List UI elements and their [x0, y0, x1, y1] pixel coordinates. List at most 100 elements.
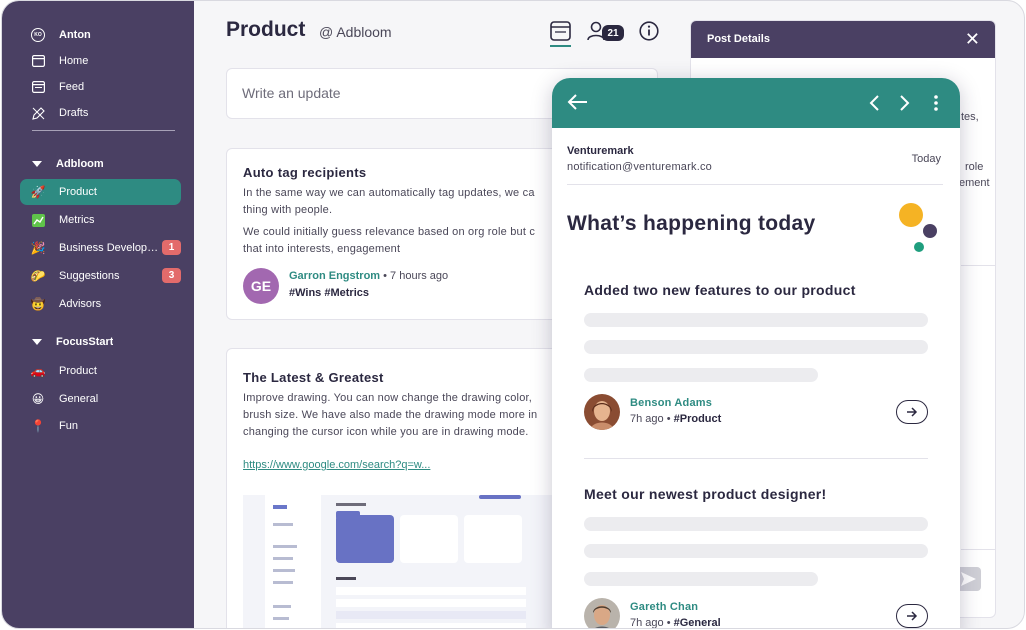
- sidebar-item-feed[interactable]: Feed: [20, 74, 181, 100]
- sidebar-item-fun[interactable]: 📍 Fun: [20, 413, 181, 439]
- sidebar-item-drafts[interactable]: Drafts: [20, 100, 181, 126]
- skeleton-line: [584, 340, 928, 354]
- sidebar-item-label: Fun: [59, 420, 78, 432]
- feed-window-icon: [30, 79, 46, 95]
- sidebar-item-home[interactable]: Home: [20, 48, 181, 74]
- app-window: KO Anton Home Feed Drafts Adbloom 🚀 Prod…: [1, 0, 1025, 629]
- face-emoji-icon: 🤠: [30, 297, 46, 311]
- chart-emoji-icon: [30, 212, 46, 228]
- sidebar-item-metrics[interactable]: Metrics: [20, 207, 181, 233]
- pin-emoji-icon: 📍: [30, 419, 46, 433]
- skeleton-line: [584, 517, 928, 531]
- sidebar-item-label: Product: [59, 186, 97, 198]
- screenshot-attachment-image[interactable]: [243, 495, 563, 628]
- post-text-line: that into interests, engagement: [243, 243, 401, 255]
- divider: [584, 458, 928, 459]
- post-tags[interactable]: #Wins #Metrics: [289, 287, 369, 299]
- party-popper-emoji-icon: 🎉: [30, 241, 46, 255]
- taco-emoji-icon: 🌮: [30, 269, 46, 283]
- sidebar-group-focusstart[interactable]: FocusStart: [20, 329, 181, 355]
- unread-count-badge: 1: [162, 240, 181, 255]
- sidebar-item-label: Feed: [59, 81, 85, 93]
- post-text-line: We could initially guess relevance based…: [243, 226, 536, 238]
- email-preview: Venturemark notification@venturemark.co …: [552, 78, 960, 629]
- author-name[interactable]: Benson Adams: [630, 397, 712, 409]
- members-count-badge: 21: [602, 25, 624, 41]
- sidebar-item-product[interactable]: 🚀 Product: [20, 179, 181, 205]
- author-avatar[interactable]: GE: [243, 268, 279, 304]
- post-tag[interactable]: #General: [674, 617, 721, 628]
- sidebar: KO Anton Home Feed Drafts Adbloom 🚀 Prod…: [2, 1, 194, 628]
- author-meta: 7h ago • #Product: [630, 413, 721, 425]
- sidebar-item-label: Product: [59, 365, 97, 377]
- sidebar-item-label: Advisors: [59, 298, 102, 310]
- post-time: 7h ago •: [630, 617, 671, 629]
- email-date: Today: [911, 153, 941, 165]
- sidebar-group-label: Adbloom: [56, 158, 104, 170]
- sidebar-item-label: Home: [59, 55, 89, 67]
- post-text-line: thing with people.: [243, 204, 333, 216]
- sidebar-group-label: FocusStart: [56, 336, 114, 348]
- sidebar-item-general[interactable]: 😀 General: [20, 386, 181, 412]
- open-post-button[interactable]: [896, 604, 928, 628]
- sidebar-item-business-development[interactable]: 🎉 Business Development 1: [20, 235, 181, 261]
- post-link[interactable]: https://www.google.com/search?q=w...: [243, 459, 430, 471]
- author-photo: [584, 598, 620, 628]
- post-author[interactable]: Garron Engstrom: [289, 270, 380, 282]
- sidebar-item-advisors[interactable]: 🤠 Advisors: [20, 291, 181, 317]
- feed-view-icon[interactable]: [550, 21, 571, 46]
- post-time: 7h ago •: [630, 413, 671, 425]
- user-avatar-icon: KO: [30, 27, 46, 43]
- partial-text: role: [965, 161, 984, 173]
- post-title: The Latest & Greatest: [243, 370, 384, 385]
- author-meta: 7h ago • #General: [630, 617, 721, 629]
- drafts-pencil-icon: [30, 105, 46, 121]
- open-post-button[interactable]: [896, 400, 928, 424]
- email-heading: What’s happening today: [567, 212, 816, 235]
- sidebar-group-adbloom[interactable]: Adbloom: [20, 151, 181, 177]
- chevron-left-icon[interactable]: [868, 94, 880, 112]
- close-icon[interactable]: ✕: [965, 30, 980, 48]
- post-details-title: Post Details: [707, 33, 770, 45]
- author-name[interactable]: Gareth Chan: [630, 601, 698, 613]
- caret-down-icon: [32, 339, 42, 345]
- chevron-right-icon[interactable]: [899, 94, 911, 112]
- email-address: notification@venturemark.co: [567, 161, 712, 173]
- sidebar-item-label: Suggestions: [59, 270, 120, 282]
- sidebar-item-suggestions[interactable]: 🌮 Suggestions 3: [20, 263, 181, 289]
- post-text-line: Improve drawing. You can now change the …: [243, 392, 533, 404]
- post-details-header: Post Details ✕: [691, 21, 995, 58]
- partial-text: tes,: [961, 111, 979, 123]
- more-vertical-icon[interactable]: [933, 94, 939, 112]
- info-icon[interactable]: [639, 21, 659, 46]
- unread-count-badge: 3: [162, 268, 181, 283]
- arrow-right-icon: [907, 407, 918, 417]
- active-view-indicator: [550, 45, 571, 47]
- author-photo: [584, 394, 620, 430]
- user-profile[interactable]: KO Anton: [20, 22, 181, 48]
- sidebar-item-focusstart-product[interactable]: 🚗 Product: [20, 358, 181, 384]
- composer-placeholder: Write an update: [242, 85, 341, 101]
- divider: [567, 184, 943, 185]
- sidebar-divider: [32, 130, 175, 131]
- user-name: Anton: [59, 29, 91, 41]
- skeleton-line: [584, 313, 928, 327]
- divider: [961, 265, 995, 266]
- sidebar-item-label: Metrics: [59, 214, 95, 226]
- arrow-right-icon: [907, 611, 918, 621]
- post-meta: Garron Engstrom • 7 hours ago: [289, 270, 448, 282]
- partial-text: ement: [959, 177, 990, 189]
- caret-down-icon: [32, 161, 42, 167]
- post-tag[interactable]: #Product: [674, 413, 722, 425]
- sidebar-item-label: General: [59, 393, 99, 405]
- rocket-emoji-icon: 🚀: [30, 185, 46, 199]
- sidebar-item-label: Business Development: [59, 242, 163, 254]
- post-text-line: changing the cursor icon while you are i…: [243, 426, 529, 438]
- skeleton-line: [584, 368, 818, 382]
- back-arrow-icon[interactable]: [566, 93, 588, 111]
- post-time: • 7 hours ago: [383, 270, 449, 282]
- smile-emoji-icon: 😀: [31, 392, 45, 406]
- post-title: Auto tag recipients: [243, 165, 367, 180]
- decorative-purple-dot: [923, 224, 937, 238]
- email-section-title: Added two new features to our product: [584, 282, 856, 298]
